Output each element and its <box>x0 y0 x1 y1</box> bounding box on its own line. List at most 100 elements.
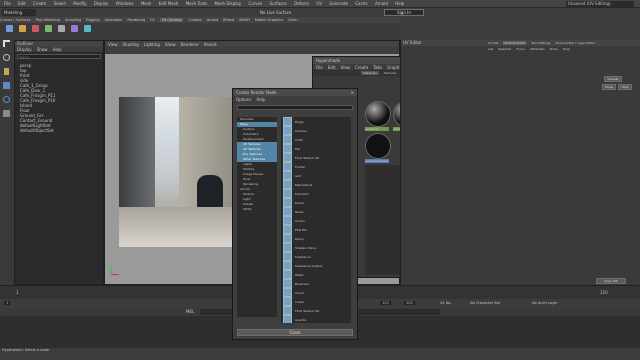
shelf-tab-poly[interactable]: Poly Modeling <box>36 18 60 22</box>
character-set-field[interactable]: No Character Set <box>470 301 500 305</box>
menu-mesh-display[interactable]: Mesh Display <box>215 1 242 6</box>
crn-node-grid[interactable]: Grid <box>281 171 351 180</box>
crn-node-mountain[interactable]: Mountain <box>281 189 351 198</box>
sign-in-button[interactable]: Sign In <box>384 9 424 16</box>
menu-deform[interactable]: Deform <box>294 1 309 6</box>
hs-menu-tabs[interactable]: Tabs <box>373 65 382 70</box>
menu-display[interactable]: Display <box>94 1 109 6</box>
shelf-tab-motion-graphics[interactable]: Motion Graphics <box>255 18 283 22</box>
crn-node-movie[interactable]: Movie <box>281 198 351 207</box>
menu-edit[interactable]: Edit <box>18 1 26 6</box>
viewport-menu-lighting[interactable]: Lighting <box>144 42 160 47</box>
attr-presets-button[interactable]: Presets <box>604 76 622 82</box>
shelf-tab-sculpt[interactable]: Sculpting <box>65 18 81 22</box>
shelf-icon-7[interactable] <box>84 25 91 32</box>
crn-node-file[interactable]: File <box>281 144 351 153</box>
crn-node-shaders-menu[interactable]: Shaders Menu <box>281 243 351 252</box>
shelf-icon-6[interactable] <box>71 25 78 32</box>
outliner-menu-help[interactable]: Help <box>53 47 62 52</box>
attr-menu-list[interactable]: List <box>488 47 493 51</box>
shelf-tab-fx-caching[interactable]: FX Caching <box>159 18 184 22</box>
crn-node-crater[interactable]: Crater <box>281 297 351 306</box>
menu-arnold[interactable]: Arnold <box>375 1 388 6</box>
attr-show-button[interactable]: Show <box>602 84 616 90</box>
crn-menu-help[interactable]: Help <box>256 97 265 102</box>
crn-node-fractal[interactable]: Fractal <box>281 162 351 171</box>
menu-modify[interactable]: Modify <box>73 1 86 6</box>
menu-generate[interactable]: Generate <box>329 1 348 6</box>
scale-tool-icon[interactable] <box>3 110 10 117</box>
crn-search-input[interactable] <box>237 105 353 110</box>
image-plane-photo[interactable] <box>119 97 241 247</box>
fps-field[interactable]: 24 fps <box>440 301 451 305</box>
menu-help[interactable]: Help <box>395 1 404 6</box>
shelf-icon-4[interactable] <box>45 25 52 32</box>
attr-menu-selected[interactable]: Selected <box>498 47 511 51</box>
shelf-tab-custom[interactable]: Custom <box>188 18 201 22</box>
command-lang[interactable]: MEL <box>186 309 194 314</box>
mode-menu[interactable]: Modeling <box>2 9 36 16</box>
crn-node-noise[interactable]: Noise <box>281 207 351 216</box>
menu-windows[interactable]: Windows <box>116 1 134 6</box>
outliner-search-input[interactable] <box>17 54 101 59</box>
crn-close-button[interactable]: Close <box>237 329 353 336</box>
crn-close-icon[interactable]: ✕ <box>351 90 357 95</box>
shelf-tab-curves[interactable]: Curves / Surfaces <box>0 18 31 22</box>
hs-menu-file[interactable]: File <box>316 65 323 70</box>
menu-curves[interactable]: Curves <box>248 1 262 6</box>
shelf-icon-5[interactable] <box>58 25 65 32</box>
crn-node-bulge[interactable]: Bulge <box>281 117 351 126</box>
viewport-menu-shading[interactable]: Shading <box>123 42 139 47</box>
menu-edit-mesh[interactable]: Edit Mesh <box>159 1 179 6</box>
tab-tool-settings[interactable]: Tool Settings <box>531 41 550 45</box>
outliner-menu-display[interactable]: Display <box>17 47 32 52</box>
crn-node-fluid3d[interactable]: Fluid Texture 3D <box>281 306 351 315</box>
crn-node-fluid2d[interactable]: Fluid Texture 2D <box>281 153 351 162</box>
anim-layer-field[interactable]: No Anim Layer <box>532 301 558 305</box>
live-surface-field[interactable]: No Live Surface <box>260 10 304 15</box>
shelf-tab-rigging[interactable]: Rigging <box>86 18 99 22</box>
shelf-tab-bifrost[interactable]: Bifrost <box>223 18 234 22</box>
attr-hide-button[interactable]: Hide <box>618 84 632 90</box>
menu-cache[interactable]: Cache <box>355 1 367 6</box>
outliner-item[interactable]: defaultObjectSet <box>17 128 101 133</box>
viewport-menu-panels[interactable]: Panels <box>204 42 217 47</box>
crn-node-ramp[interactable]: Ramp <box>281 234 351 243</box>
attr-menu-attributes[interactable]: Attributes <box>530 47 545 51</box>
crn-node-granite[interactable]: Granite <box>281 315 351 323</box>
crn-menu-options[interactable]: Options <box>236 97 251 102</box>
viewport-menu-show[interactable]: Show <box>165 42 176 47</box>
shelf-tab-xgen[interactable]: XGen <box>288 18 297 22</box>
crn-node-checker[interactable]: Checker <box>281 126 351 135</box>
workspace-selector[interactable]: Unsaved (UV Editing) <box>566 1 634 7</box>
tab-uv-set[interactable]: UV Set <box>488 41 498 45</box>
lasso-tool-icon[interactable] <box>3 54 10 61</box>
copy-tab-button[interactable]: Copy Tab <box>596 278 626 284</box>
viewport-menu-view[interactable]: View <box>108 42 118 47</box>
menu-uv[interactable]: UV <box>316 1 322 6</box>
shelf-icon-3[interactable] <box>32 25 39 32</box>
crn-node-cloud[interactable]: Cloud <box>281 288 351 297</box>
shelf-tab-mash[interactable]: MASH <box>239 18 249 22</box>
outliner-menu-show[interactable]: Show <box>37 47 48 52</box>
hs-menu-graph[interactable]: Graph <box>387 65 399 70</box>
range-end2-field[interactable]: 200 <box>404 301 415 305</box>
range-end-field[interactable]: 120 <box>380 301 391 305</box>
shelf-icon-1[interactable] <box>6 25 13 32</box>
viewport-menu-renderer[interactable]: Renderer <box>181 42 199 47</box>
crn-node-ocean[interactable]: Ocean <box>281 216 351 225</box>
swatch-lambert1[interactable]: lambert1 <box>365 101 391 131</box>
attr-menu-show[interactable]: Show <box>550 47 558 51</box>
menu-surfaces[interactable]: Surfaces <box>270 1 287 6</box>
shelf-tab-fx[interactable]: FX <box>150 18 154 22</box>
crn-node-brownian[interactable]: Brownian <box>281 279 351 288</box>
select-tool-icon[interactable] <box>3 40 10 47</box>
swatch-surfaceshader1[interactable]: surfaceShader1 <box>365 133 391 163</box>
tab-channel-box[interactable]: Channel Box / Layer Editor <box>555 41 595 45</box>
menu-mesh-tools[interactable]: Mesh Tools <box>186 1 208 6</box>
paint-tool-icon[interactable] <box>4 68 9 75</box>
crn-node-substance-output[interactable]: Substance Output <box>281 261 351 270</box>
crn-node-mandelbrot[interactable]: Mandelbrot <box>281 180 351 189</box>
shelf-tab-rendering[interactable]: Rendering <box>127 18 145 22</box>
rotate-tool-icon[interactable] <box>3 96 10 103</box>
